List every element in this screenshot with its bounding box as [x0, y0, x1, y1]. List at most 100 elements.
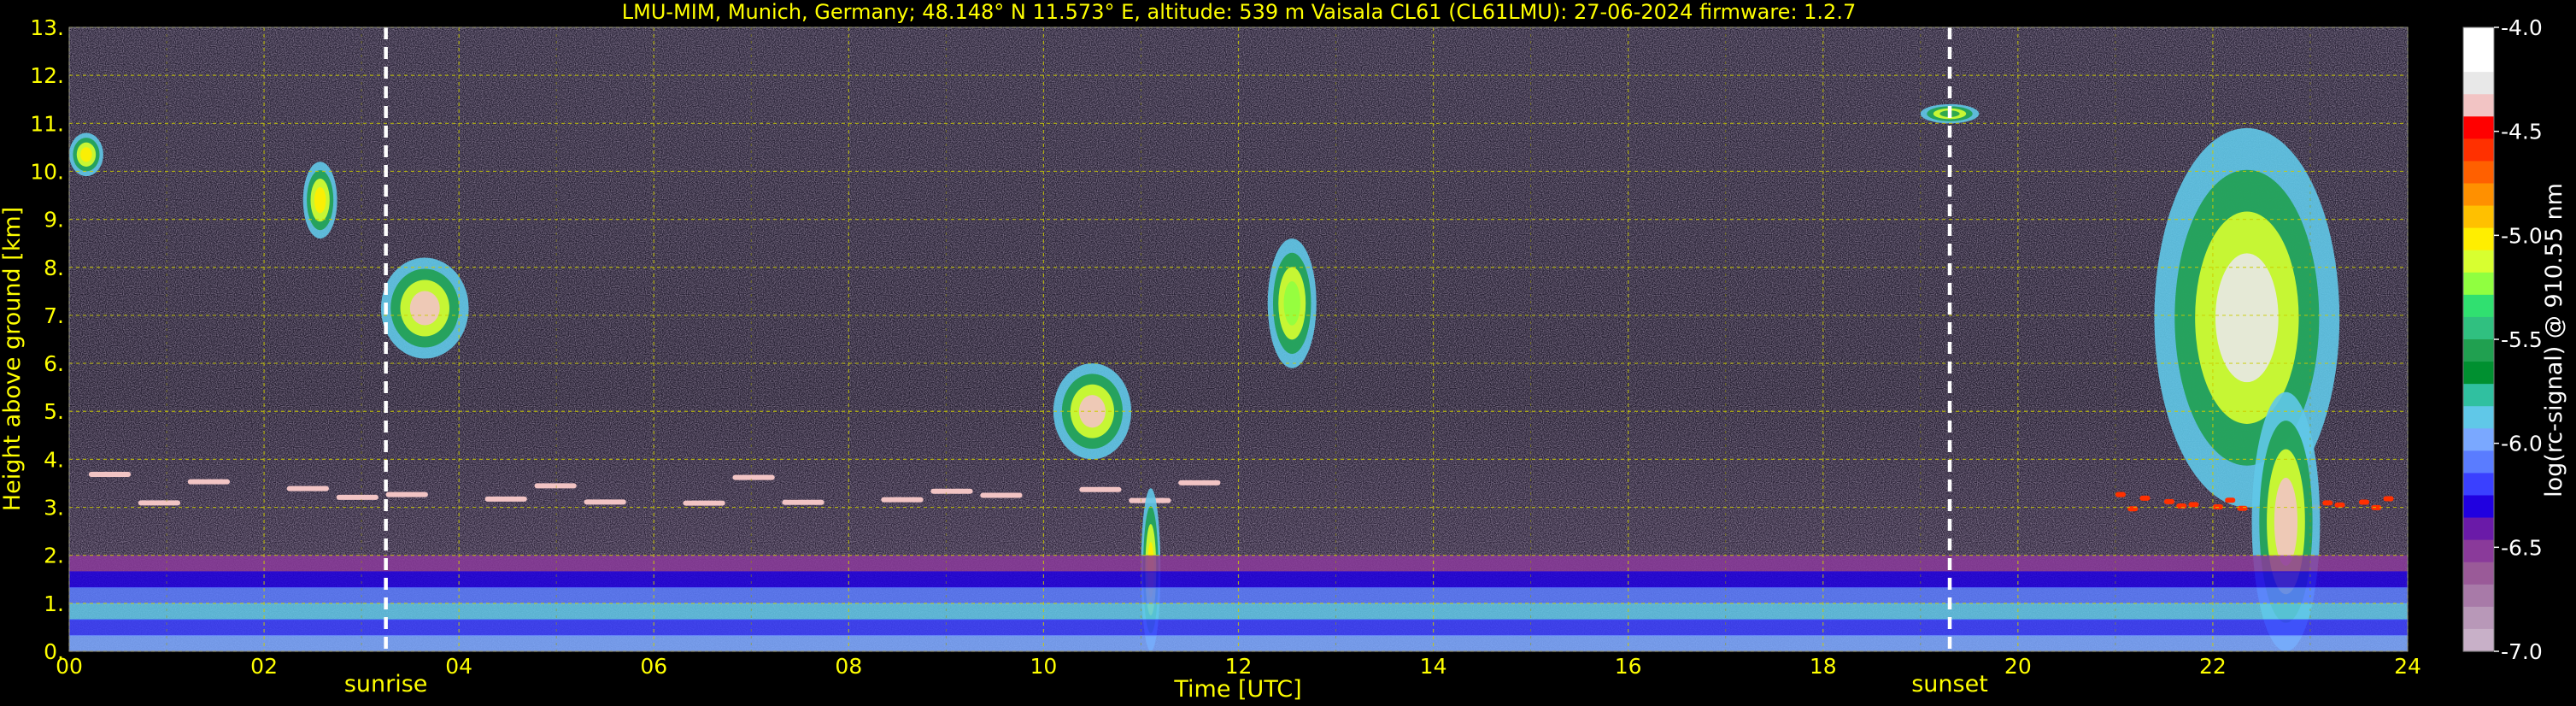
chart-title: LMU-MIM, Munich, Germany; 48.148° N 11.5…	[622, 0, 1856, 24]
colorbar-swatch	[2463, 272, 2494, 296]
y-axis-label: Height above ground [km]	[0, 207, 26, 511]
layer-segment	[980, 492, 1023, 498]
colorbar-swatch	[2463, 628, 2494, 652]
colorbar-swatch	[2463, 517, 2494, 541]
colorbar-swatch	[2463, 294, 2494, 318]
colorbar-swatch	[2463, 384, 2494, 407]
layer-segment	[683, 500, 725, 506]
colorbar-tick-label: -7.0	[2501, 639, 2543, 664]
layer-segment	[881, 497, 924, 503]
feature-cloud	[380, 257, 469, 359]
layer-segment	[2358, 499, 2370, 505]
layer-segment	[1079, 486, 1122, 492]
colorbar: -4.0 -4.5 -5.0 -5.5 -6.0 -6.5 -7.0	[2462, 15, 2543, 664]
cloud-contour	[80, 147, 92, 162]
layer-segment	[2139, 495, 2151, 501]
layer-segment	[2115, 491, 2126, 497]
layer-segment	[187, 479, 231, 485]
colorbar-swatch	[2463, 161, 2494, 185]
colorbar-swatch	[2463, 250, 2494, 274]
colorbar-swatch	[2463, 205, 2494, 229]
x-tick-label: 14	[1420, 654, 1447, 679]
y-tick-label: 6.	[44, 351, 64, 376]
y-tick-label: 1.	[44, 591, 64, 616]
colorbar-tick-label: -6.0	[2501, 432, 2543, 456]
x-tick-label: 18	[1810, 654, 1837, 679]
colorbar-tick-label: -4.5	[2501, 120, 2543, 144]
marker-label-sunset: sunset	[1911, 671, 1988, 697]
x-tick-label: 16	[1615, 654, 1642, 679]
colorbar-swatch	[2463, 562, 2494, 585]
colorbar-swatch	[2463, 316, 2494, 340]
layer-segment	[534, 483, 577, 489]
cloud-contour	[1283, 281, 1300, 326]
layer-segment	[484, 496, 527, 502]
colorbar-swatch	[2463, 138, 2494, 162]
colorbar-swatch	[2463, 406, 2494, 429]
colorbar-swatch	[2463, 495, 2494, 519]
y-tick-label: 13.	[30, 15, 64, 40]
feature-cloud	[69, 132, 103, 177]
x-tick-label: 08	[835, 654, 862, 679]
y-tick-label: 4.	[44, 447, 64, 472]
boundary-layer-band	[69, 619, 2408, 637]
y-tick-label: 7.	[44, 303, 64, 328]
colorbar-tick-label: -5.5	[2501, 327, 2543, 352]
colorbar-swatch	[2463, 450, 2494, 474]
layer-segment	[88, 471, 132, 477]
y-tick-label: 8.	[44, 256, 64, 280]
colorbar-tick-label: -5.0	[2501, 223, 2543, 248]
cloud-contour	[2274, 477, 2298, 566]
colorbar-swatch	[2463, 473, 2494, 497]
colorbar-swatch	[2463, 72, 2494, 95]
layer-segment	[2163, 498, 2175, 504]
layer-segment	[138, 500, 181, 506]
colorbar-swatch	[2463, 428, 2494, 451]
colorbar-swatch	[2463, 94, 2494, 117]
feature-cloud	[1267, 238, 1317, 368]
x-tick-label: 24	[2394, 654, 2421, 679]
layer-segment	[2225, 497, 2236, 503]
colorbar-tick-label: -6.5	[2501, 535, 2543, 560]
plot-area	[69, 27, 2408, 651]
colorbar-swatch	[2463, 27, 2494, 50]
colorbar-swatch	[2463, 539, 2494, 563]
y-tick-labels: 0. 1. 2. 3. 4. 5. 6. 7. 8. 9. 10. 11. 12. 13.	[30, 15, 64, 664]
lidar-chart: LMU-MIM, Munich, Germany; 48.148° N 11.5…	[0, 0, 2567, 703]
x-tick-label: 12	[1225, 654, 1253, 679]
layer-segment	[782, 499, 824, 505]
y-tick-label: 2.	[44, 544, 64, 568]
feature-cloud	[302, 162, 337, 239]
colorbar-swatch	[2463, 227, 2494, 251]
layer-segment	[2237, 505, 2248, 511]
colorbar-swatch	[2463, 584, 2494, 608]
boundary-layer-band	[69, 571, 2408, 589]
x-tick-label: 10	[1030, 654, 1058, 679]
colorbar-swatch	[2463, 606, 2494, 630]
feature-cloud	[1053, 363, 1132, 460]
layer-segment	[385, 491, 428, 497]
layer-segment	[584, 499, 626, 505]
y-tick-label: 10.	[30, 159, 64, 184]
colorbar-label: log(rc-signal) @ 910.55 nm	[2541, 183, 2567, 497]
layer-segment	[2322, 500, 2333, 506]
colorbar-swatch	[2463, 183, 2494, 207]
marker-label-sunrise: sunrise	[344, 671, 428, 697]
colorbar-swatch	[2463, 116, 2494, 139]
x-axis-label: Time [UTC]	[1173, 676, 1301, 703]
cloud-contour	[409, 291, 440, 326]
layer-segment	[286, 485, 329, 491]
y-tick-label: 0.	[44, 639, 64, 664]
x-tick-label: 22	[2199, 654, 2227, 679]
layer-segment	[732, 474, 775, 480]
colorbar-swatch	[2463, 50, 2494, 73]
x-tick-label: 02	[250, 654, 278, 679]
layer-segment	[2383, 496, 2394, 502]
cloud-contour	[314, 186, 326, 214]
layer-segment	[1178, 479, 1221, 485]
y-tick-label: 5.	[44, 399, 64, 424]
x-tick-label: 20	[2004, 654, 2032, 679]
y-tick-label: 11.	[30, 111, 64, 136]
x-tick-label: 04	[445, 654, 472, 679]
y-tick-label: 3.	[44, 496, 64, 521]
